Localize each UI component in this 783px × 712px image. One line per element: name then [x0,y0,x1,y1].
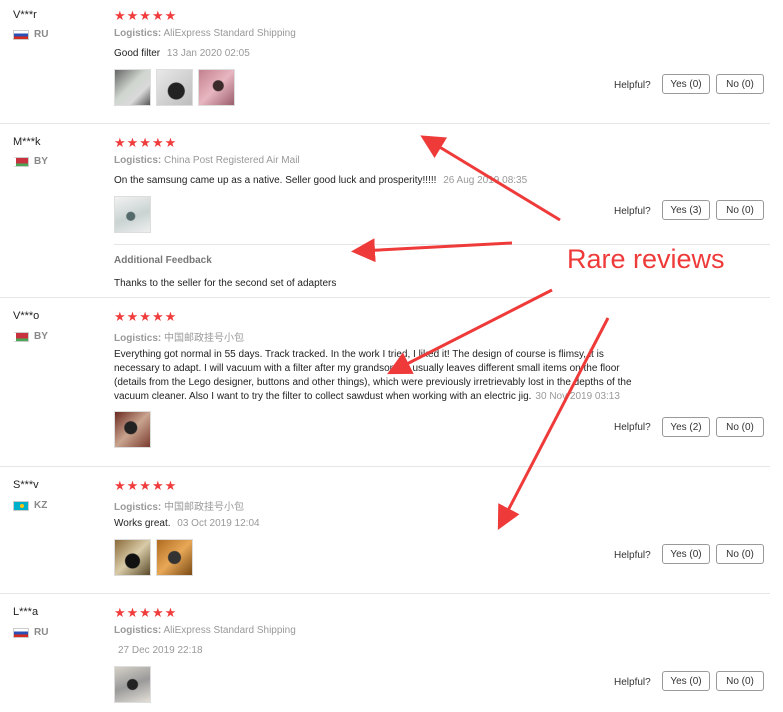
review-photo[interactable] [114,539,151,576]
flag-icon [13,331,29,342]
reviewer-name: V***r [13,9,37,21]
helpful-no-button[interactable]: No (0) [716,544,764,564]
divider [0,297,770,298]
helpful-yes-button[interactable]: Yes (0) [662,671,710,691]
helpful-label: Helpful? [614,80,651,91]
logistics-method: 中国邮政挂号小包 [164,333,245,344]
logistics-info: Logistics: AliExpress Standard Shipping [114,625,296,636]
annotation-label: Rare reviews [567,244,725,274]
reviewer-country: BY [13,156,48,167]
divider [0,593,770,594]
logistics-info: Logistics: China Post Registered Air Mai… [114,155,300,166]
review-photos [114,196,151,233]
review-text: Everything got normal in 55 days. Track … [114,348,714,404]
review-date: 27 Dec 2019 22:18 [118,645,203,656]
reviewer-country: KZ [13,500,47,511]
review-body: Works great. [114,518,171,529]
helpful-no-button[interactable]: No (0) [716,200,764,220]
review-text: On the samsung came up as a native. Sell… [114,174,527,188]
reviewer-name: M***k [13,136,41,148]
star-rating: ★★★★★ [114,135,178,150]
helpful-yes-button[interactable]: Yes (3) [662,200,710,220]
helpful-yes-button[interactable]: Yes (2) [662,417,710,437]
star-rating: ★★★★★ [114,478,178,493]
star-rating: ★★★★★ [114,309,178,324]
helpful-no-button[interactable]: No (0) [716,74,764,94]
logistics-info: Logistics: 中国邮政挂号小包 [114,329,244,344]
review-text: Good filter 13 Jan 2020 02:05 [114,47,250,61]
review-photos [114,539,193,576]
divider [0,123,770,124]
helpful-no-button[interactable]: No (0) [716,417,764,437]
flag-icon [13,156,29,167]
review-photo[interactable] [156,539,193,576]
review-text: 27 Dec 2019 22:18 [114,644,203,658]
country-code: KZ [34,500,48,511]
review-line: Everything got normal in 55 days. Track … [114,349,604,360]
flag-icon [13,29,29,40]
review-date: 03 Oct 2019 12:04 [177,518,260,529]
logistics-info: Logistics: AliExpress Standard Shipping [114,28,296,39]
additional-feedback-text: Thanks to the seller for the second set … [114,278,337,289]
review-photos [114,411,151,448]
logistics-label: Logistics: [114,155,162,166]
review-photos [114,666,151,703]
logistics-method: AliExpress Standard Shipping [163,28,296,39]
review-body: On the samsung came up as a native. Sell… [114,175,437,186]
review-photo[interactable] [198,69,235,106]
review-line: vacuum cleaner. Also I want to try the f… [114,391,532,402]
logistics-method: China Post Registered Air Mail [164,155,300,166]
star-rating: ★★★★★ [114,605,178,620]
country-code: RU [34,627,49,638]
logistics-label: Logistics: [114,625,162,636]
helpful-label: Helpful? [614,677,651,688]
country-code: RU [34,29,49,40]
logistics-info: Logistics: 中国邮政挂号小包 [114,498,244,513]
additional-feedback-title: Additional Feedback [114,255,212,266]
review-date: 13 Jan 2020 02:05 [166,48,250,59]
review-date: 26 Aug 2019 08:35 [443,175,528,186]
helpful-label: Helpful? [614,422,651,433]
flag-icon [13,627,29,638]
logistics-method: AliExpress Standard Shipping [163,625,296,636]
reviewer-country: RU [13,29,48,40]
reviewer-name: V***o [13,310,40,322]
review-line: (details from the Lego designer, buttons… [114,377,632,388]
review-photo[interactable] [114,411,151,448]
review-date: 30 Nov 2019 03:13 [535,391,620,402]
logistics-label: Logistics: [114,28,162,39]
review-body: Good filter [114,48,161,59]
review-photo[interactable] [114,196,151,233]
star-rating: ★★★★★ [114,8,178,23]
country-code: BY [34,156,48,167]
reviewer-name: S***v [13,479,39,491]
helpful-yes-button[interactable]: Yes (0) [662,544,710,564]
logistics-label: Logistics: [114,502,162,513]
review-text: Works great. 03 Oct 2019 12:04 [114,517,260,531]
helpful-no-button[interactable]: No (0) [716,671,764,691]
review-photo[interactable] [156,69,193,106]
logistics-label: Logistics: [114,333,162,344]
reviewer-name: L***a [13,606,39,618]
flag-icon [13,500,29,511]
review-photo[interactable] [114,69,151,106]
reviewer-country: RU [13,627,48,638]
review-photos [114,69,235,106]
reviewer-country: BY [13,331,48,342]
helpful-label: Helpful? [614,550,651,561]
review-line: necessary to adapt. I will vacuum with a… [114,363,620,374]
review-photo[interactable] [114,666,151,703]
divider [0,466,770,467]
helpful-label: Helpful? [614,206,651,217]
logistics-method: 中国邮政挂号小包 [164,502,245,513]
country-code: BY [34,331,48,342]
helpful-yes-button[interactable]: Yes (0) [662,74,710,94]
